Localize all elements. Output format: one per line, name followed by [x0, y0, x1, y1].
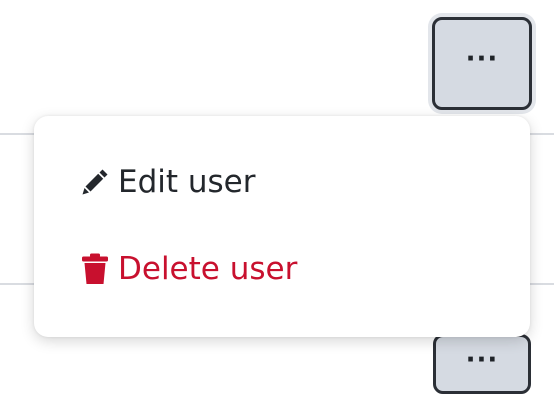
edit-user-label: Edit user [118, 164, 256, 200]
pencil-icon [78, 164, 112, 200]
user-actions-button[interactable]: ··· [432, 17, 532, 110]
edit-user-menu-item[interactable]: Edit user [78, 164, 256, 200]
more-dots-label: ··· [465, 345, 499, 375]
next-row-actions-button[interactable]: ··· [433, 334, 531, 394]
user-actions-menu: Edit user Delete user [34, 116, 530, 337]
more-dots-label: ··· [465, 43, 499, 74]
delete-user-label: Delete user [118, 251, 298, 287]
delete-user-menu-item[interactable]: Delete user [78, 251, 297, 287]
trash-icon [78, 251, 112, 287]
